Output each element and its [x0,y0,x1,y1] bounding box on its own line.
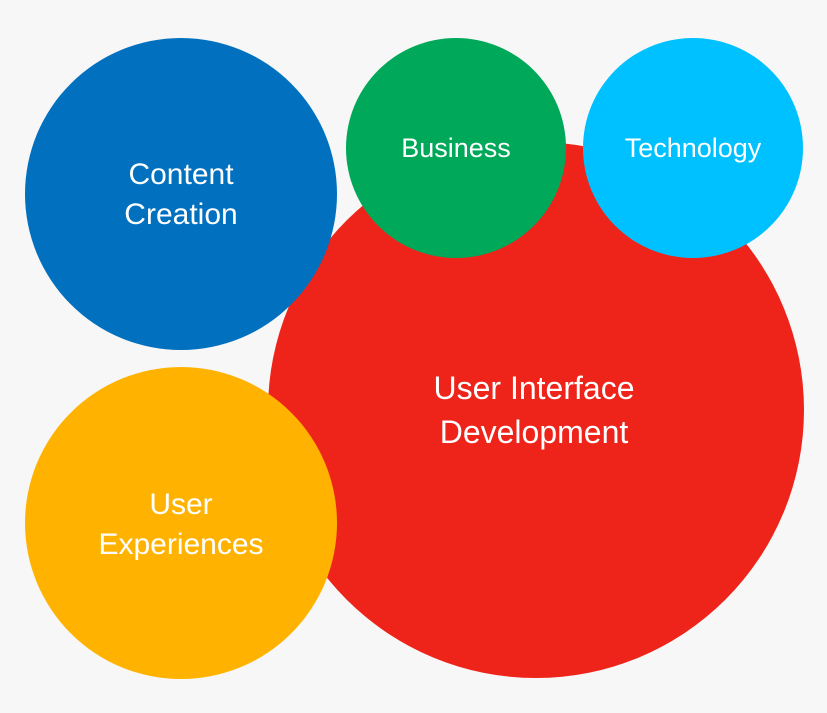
technology-label: Technology [624,132,762,163]
user-experiences-label: User Experiences [98,487,264,562]
user-experiences-bubble: User Experiences [25,367,337,679]
bubble-diagram: User Interface Development Content Creat… [0,0,827,713]
business-label: Business [401,132,511,163]
technology-bubble: Technology [583,38,803,258]
user-interface-development-label: User Interface Development [433,369,635,450]
content-creation-label: Content Creation [124,157,238,232]
business-bubble: Business [346,38,566,258]
content-creation-bubble: Content Creation [25,38,337,350]
